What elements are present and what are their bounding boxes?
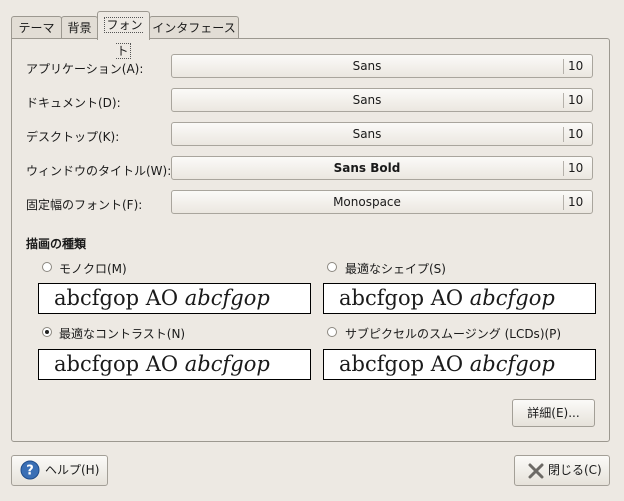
preview-regular-text: abcfgop AO xyxy=(339,286,470,310)
monospace-font-button[interactable]: Monospace 10 xyxy=(171,190,593,214)
window-title-font-label: ウィンドウのタイトル(W): xyxy=(26,164,172,178)
font-size: 10 xyxy=(568,59,584,73)
preview-italic-text: abcfgop xyxy=(184,286,270,310)
help-icon: ? xyxy=(20,460,40,480)
font-name: Monospace xyxy=(333,195,401,209)
details-button[interactable]: 詳細(E)... xyxy=(512,399,595,427)
window-title-font-button[interactable]: Sans Bold 10 xyxy=(171,156,593,180)
close-icon xyxy=(528,463,544,479)
font-size: 10 xyxy=(568,161,584,175)
svg-text:?: ? xyxy=(26,464,34,479)
tab-theme[interactable]: テーマ xyxy=(11,16,62,39)
monochrome-preview: abcfgop AO abcfgop xyxy=(38,283,311,314)
tab-background[interactable]: 背景 xyxy=(61,16,98,39)
rendering-section-title: 描画の種類 xyxy=(26,237,87,251)
application-font-button[interactable]: Sans 10 xyxy=(171,54,593,78)
preview-regular-text: abcfgop AO xyxy=(54,286,185,310)
best-contrast-label[interactable]: 最適なコントラスト(N) xyxy=(59,325,185,342)
preview-regular-text: abcfgop AO xyxy=(339,352,470,376)
font-name: Sans xyxy=(352,93,382,107)
font-size: 10 xyxy=(568,93,584,107)
desktop-font-label: デスクトップ(K): xyxy=(26,130,120,144)
separator xyxy=(563,93,564,108)
help-button-label: ヘルプ(H) xyxy=(45,463,100,477)
best-contrast-preview: abcfgop AO abcfgop xyxy=(38,349,311,380)
best-shapes-preview: abcfgop AO abcfgop xyxy=(323,283,596,314)
tab-interface[interactable]: インタフェース xyxy=(149,16,239,39)
separator xyxy=(563,195,564,210)
tab-fonts[interactable]: フォント xyxy=(97,11,150,59)
tab-label: 背景 xyxy=(67,21,92,35)
help-button[interactable]: ? ヘルプ(H) xyxy=(11,455,108,486)
preview-italic-text: abcfgop xyxy=(184,352,270,376)
separator xyxy=(563,161,564,176)
close-button-label: 閉じる(C) xyxy=(548,463,602,477)
tab-label: テーマ xyxy=(18,21,55,35)
separator xyxy=(563,59,564,74)
desktop-font-button[interactable]: Sans 10 xyxy=(171,122,593,146)
preview-italic-text: abcfgop xyxy=(469,352,555,376)
preview-italic-text: abcfgop xyxy=(469,286,555,310)
monochrome-radio[interactable] xyxy=(42,262,52,272)
monospace-font-label: 固定幅のフォント(F): xyxy=(26,198,143,212)
best-shapes-radio[interactable] xyxy=(327,262,337,272)
tab-label: インタフェース xyxy=(152,21,236,35)
font-size: 10 xyxy=(568,195,584,209)
font-name: Sans xyxy=(352,127,382,141)
subpixel-smoothing-preview: abcfgop AO abcfgop xyxy=(323,349,596,380)
font-size: 10 xyxy=(568,127,584,141)
close-button[interactable]: 閉じる(C) xyxy=(514,455,610,486)
monochrome-label[interactable]: モノクロ(M) xyxy=(59,260,127,277)
font-name: Sans Bold xyxy=(333,161,401,175)
fonts-panel: アプリケーション(A): Sans 10 ドキュメント(D): Sans 10 … xyxy=(11,38,610,442)
document-font-button[interactable]: Sans 10 xyxy=(171,88,593,112)
preview-regular-text: abcfgop AO xyxy=(54,352,185,376)
font-name: Sans xyxy=(352,59,382,73)
best-contrast-radio[interactable] xyxy=(42,327,52,337)
best-shapes-label[interactable]: 最適なシェイプ(S) xyxy=(345,260,446,277)
separator xyxy=(563,127,564,142)
subpixel-smoothing-label[interactable]: サブピクセルのスムージング (LCDs)(P) xyxy=(345,325,561,342)
document-font-label: ドキュメント(D): xyxy=(26,96,121,110)
subpixel-smoothing-radio[interactable] xyxy=(327,327,337,337)
